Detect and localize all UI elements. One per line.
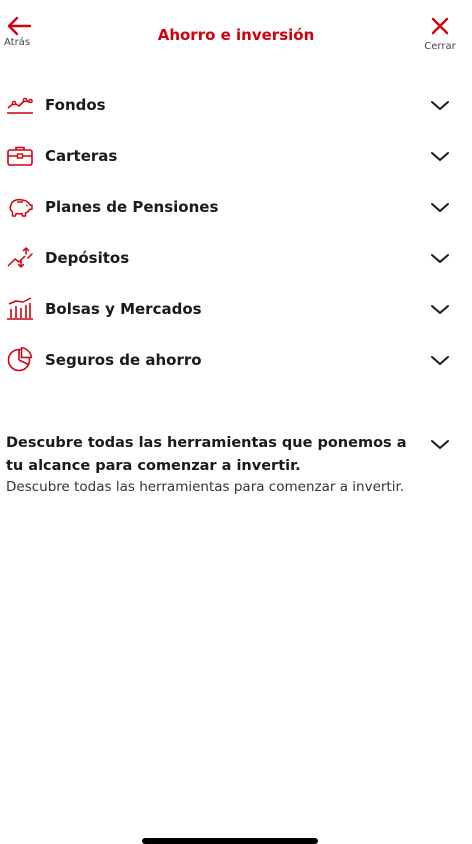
stock-market-icon — [6, 297, 34, 321]
home-indicator[interactable] — [142, 838, 318, 844]
discover-title: Descubre todas las herramientas que pone… — [6, 435, 407, 474]
chevron-down-icon[interactable] — [430, 436, 450, 452]
menu-item-label: Carteras — [45, 147, 118, 165]
chevron-down-icon — [430, 97, 450, 113]
menu-item-seguros-ahorro[interactable]: Seguros de ahorro — [0, 335, 472, 386]
menu-item-label: Depósitos — [45, 249, 130, 267]
discover-section[interactable]: Descubre todas las herramientas que pone… — [6, 432, 466, 497]
close-button[interactable]: Cerrar — [420, 16, 460, 53]
piggy-bank-icon — [6, 195, 34, 219]
menu-item-label: Planes de Pensiones — [45, 198, 219, 216]
chevron-down-icon — [430, 352, 450, 368]
line-chart-icon — [6, 93, 34, 117]
close-icon — [430, 16, 450, 40]
trend-arrows-icon — [6, 246, 34, 270]
briefcase-icon — [6, 144, 34, 168]
close-label: Cerrar — [424, 41, 456, 52]
chevron-down-icon — [430, 199, 450, 215]
chevron-down-icon — [430, 250, 450, 266]
menu-item-bolsas-mercados[interactable]: Bolsas y Mercados — [0, 284, 472, 335]
menu-list: Fondos Carteras Planes de Pensiones Depó… — [0, 80, 472, 386]
menu-item-planes-pensiones[interactable]: Planes de Pensiones — [0, 182, 472, 233]
page-title: Ahorro e inversión — [157, 26, 315, 44]
discover-description: Descubre todas las herramientas para com… — [6, 479, 405, 495]
chevron-down-icon — [430, 148, 450, 164]
menu-item-carteras[interactable]: Carteras — [0, 131, 472, 182]
menu-item-label: Bolsas y Mercados — [45, 300, 202, 318]
chevron-down-icon — [430, 301, 450, 317]
menu-item-depositos[interactable]: Depósitos — [0, 233, 472, 284]
menu-item-label: Fondos — [45, 96, 106, 114]
menu-item-label: Seguros de ahorro — [45, 351, 202, 369]
header: Atrás Ahorro e inversión Cerrar — [0, 0, 472, 64]
pie-chart-icon — [6, 347, 34, 372]
menu-item-fondos[interactable]: Fondos — [0, 80, 472, 131]
